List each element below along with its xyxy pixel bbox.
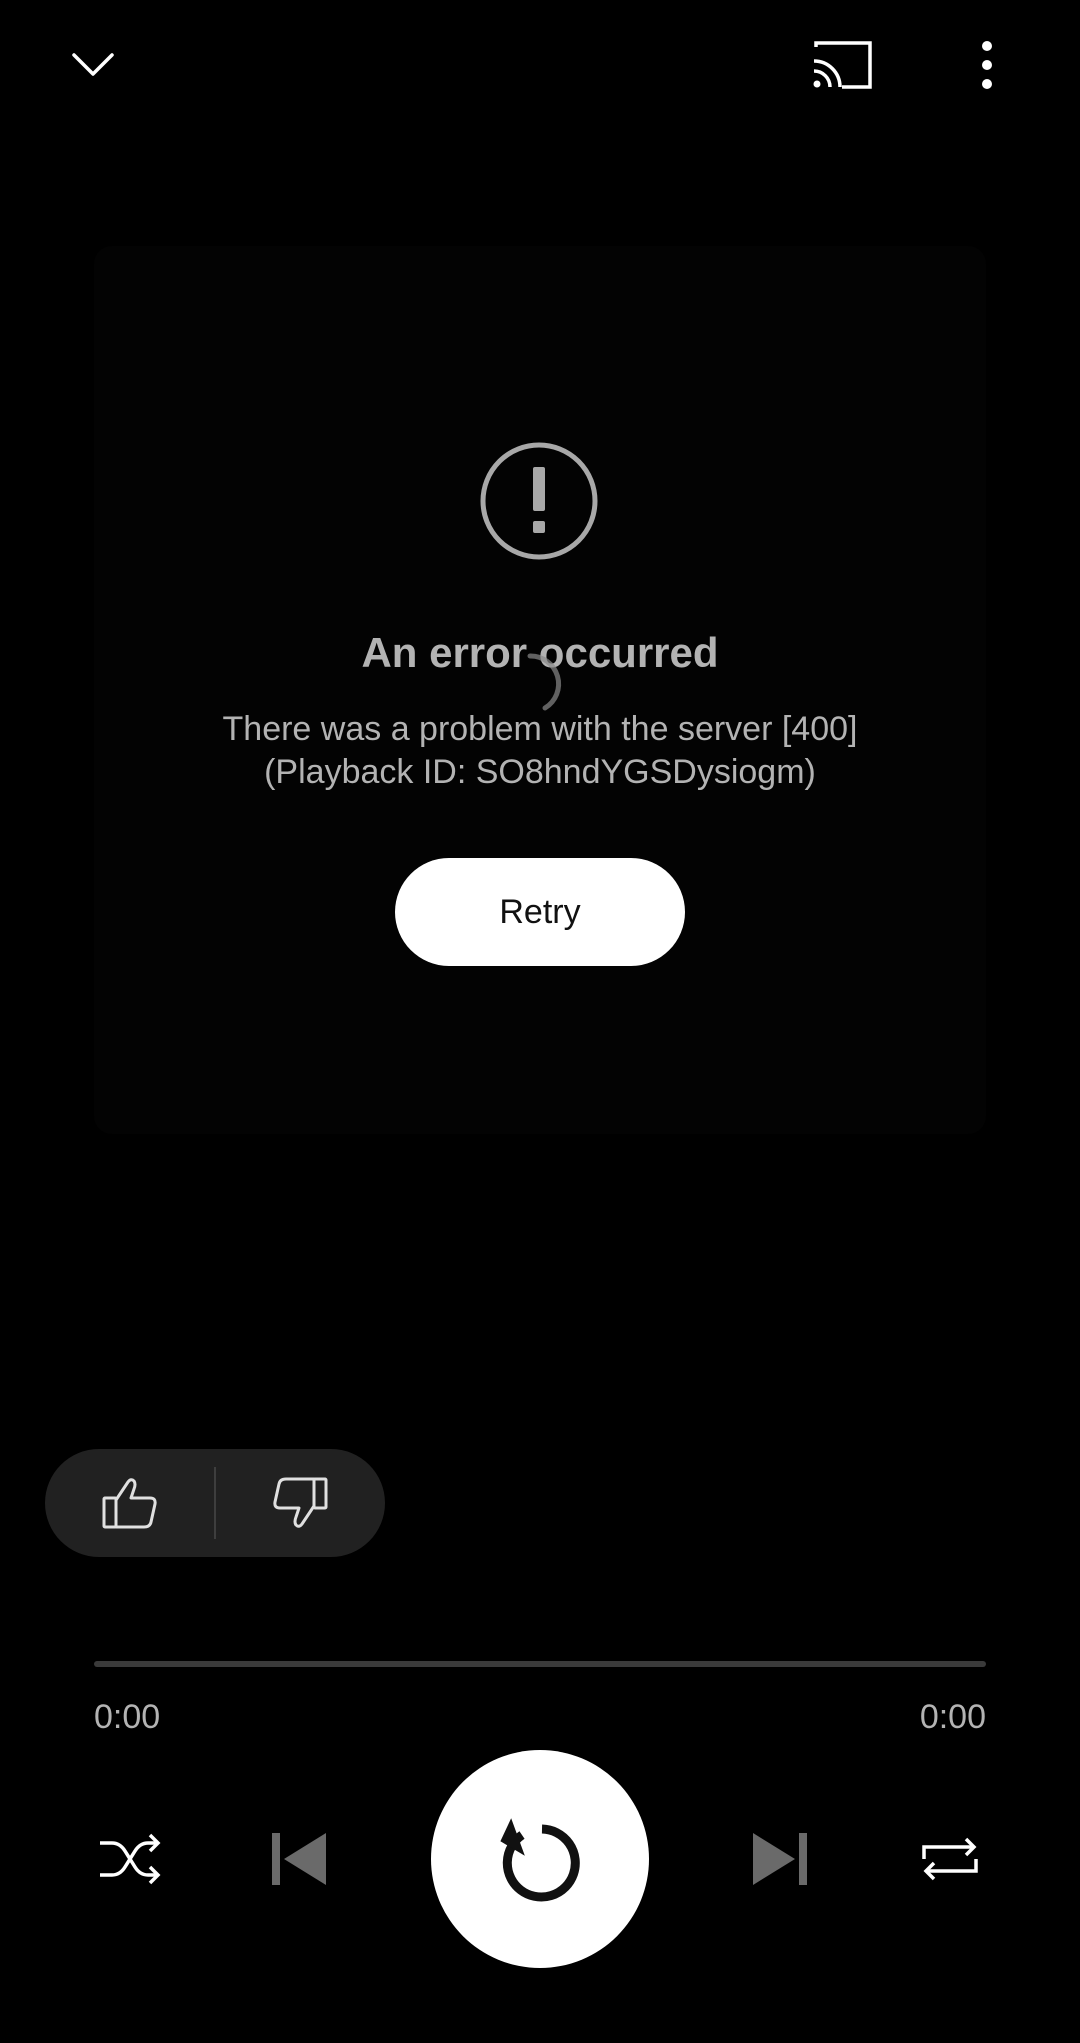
shuffle-icon: [100, 1833, 161, 1885]
collapse-button[interactable]: [38, 10, 148, 120]
skip-previous-icon: [272, 1833, 326, 1885]
next-button[interactable]: [725, 1804, 835, 1914]
error-message-line-1: There was a problem with the server [400…: [222, 710, 858, 748]
seek-bar[interactable]: [94, 1661, 986, 1667]
error-message: There was a problem with the server [400…: [140, 708, 940, 794]
exclamation-circle-icon: [480, 442, 598, 560]
previous-button[interactable]: [244, 1804, 354, 1914]
cast-button[interactable]: [787, 10, 897, 120]
skip-next-icon: [753, 1833, 807, 1885]
rating-pill: [45, 1449, 385, 1557]
thumbs-up-icon: [102, 1478, 157, 1529]
thumbs-down-icon: [273, 1477, 328, 1528]
replay-icon: [500, 1818, 580, 1902]
dislike-button[interactable]: [215, 1449, 385, 1557]
retry-button[interactable]: Retry: [395, 858, 685, 966]
more-options-button[interactable]: [932, 10, 1042, 120]
cast-icon: [813, 41, 872, 89]
error-message-line-2: (Playback ID: SO8hndYGSDysiogm): [264, 753, 816, 791]
shuffle-button[interactable]: [75, 1804, 185, 1914]
retry-label: Retry: [499, 892, 581, 931]
replay-button[interactable]: [431, 1750, 649, 1968]
more-vertical-icon: [982, 41, 992, 89]
elapsed-time: 0:00: [94, 1698, 161, 1736]
repeat-icon: [922, 1837, 978, 1881]
total-duration: 0:00: [919, 1698, 986, 1736]
repeat-button[interactable]: [895, 1804, 1005, 1914]
chevron-down-icon: [72, 53, 114, 76]
like-button[interactable]: [45, 1449, 215, 1557]
loading-spinner-icon: [527, 653, 562, 711]
